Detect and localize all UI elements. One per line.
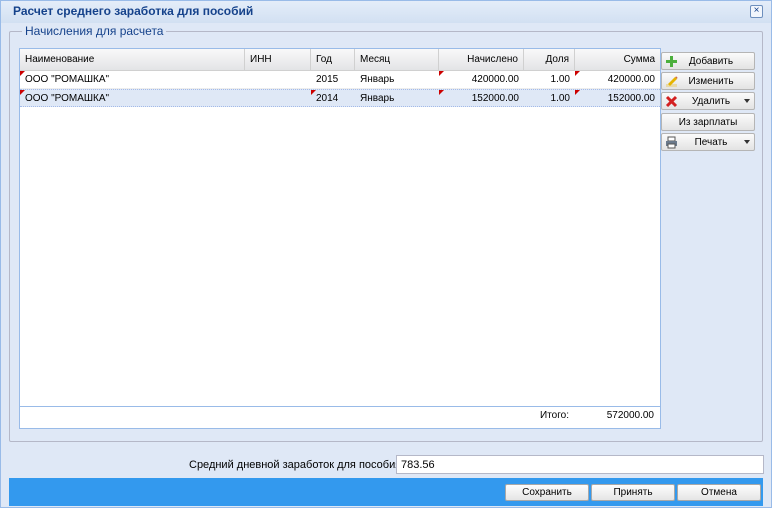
dirty-marker-icon <box>439 90 444 95</box>
cell-year: 2014 <box>311 90 355 108</box>
plus-icon <box>666 56 677 67</box>
grid-summary-row: Итого: 572000.00 <box>20 406 660 428</box>
cell-name: ООО "РОМАШКА" <box>20 71 245 89</box>
column-header-sum[interactable]: Сумма <box>575 49 660 71</box>
avg-daily-earnings-input[interactable] <box>396 455 764 474</box>
column-header-accrued[interactable]: Начислено <box>439 49 524 71</box>
dirty-marker-icon <box>311 90 316 95</box>
cell-sum: 152000.00 <box>575 90 660 108</box>
cell-share: 1.00 <box>550 74 570 85</box>
edit-button[interactable]: Изменить <box>661 72 755 90</box>
accruals-grid[interactable]: Наименование ИНН Год Месяц Начислено Дол… <box>19 48 661 429</box>
dirty-marker-icon <box>20 90 25 95</box>
window-title: Расчет среднего заработка для пособий <box>13 4 254 18</box>
chevron-down-icon <box>744 140 750 144</box>
button-bar: Сохранить Принять Отмена <box>9 478 763 506</box>
close-icon: × <box>753 5 760 16</box>
column-header-inn[interactable]: ИНН <box>245 49 311 71</box>
cell-sum: 420000.00 <box>575 71 660 89</box>
total-value: 572000.00 <box>606 410 654 421</box>
column-header-share[interactable]: Доля <box>524 49 575 71</box>
table-row[interactable]: ООО "РОМАШКА" 2015 Январь 420000.00 1.00… <box>20 71 660 89</box>
cell-share: 1.00 <box>550 93 570 104</box>
add-button[interactable]: Добавить <box>661 52 755 70</box>
accept-button[interactable]: Принять <box>591 484 675 501</box>
cell-month: Январь <box>360 93 395 104</box>
close-button[interactable]: × <box>750 5 763 18</box>
title-bar[interactable]: Расчет среднего заработка для пособий × <box>1 1 771 23</box>
chevron-down-icon <box>744 99 750 103</box>
delete-button[interactable]: Удалить <box>661 92 755 110</box>
dirty-marker-icon <box>20 71 25 76</box>
cell-name: ООО "РОМАШКА" <box>20 90 245 108</box>
cell-inn <box>245 71 311 89</box>
dirty-marker-icon <box>439 71 444 76</box>
cell-inn <box>245 90 311 108</box>
dirty-marker-icon <box>575 71 580 76</box>
cell-month: Январь <box>360 74 395 85</box>
cell-accrued: 420000.00 <box>439 71 524 89</box>
from-salary-button[interactable]: Из зарплаты <box>661 113 755 131</box>
dirty-marker-icon <box>575 90 580 95</box>
pencil-icon <box>666 76 678 87</box>
avg-daily-earnings-label: Средний дневной заработок для пособия: <box>189 459 405 471</box>
cell-accrued: 152000.00 <box>439 90 524 108</box>
cell-year: 2015 <box>316 74 339 85</box>
printer-icon <box>666 136 677 149</box>
fieldset-legend: Начисления для расчета <box>22 24 167 38</box>
total-label: Итого: <box>540 410 569 421</box>
grid-header: Наименование ИНН Год Месяц Начислено Дол… <box>20 49 660 71</box>
print-button[interactable]: Печать <box>661 133 755 151</box>
delete-x-icon <box>665 95 678 108</box>
column-header-year[interactable]: Год <box>311 49 355 71</box>
save-button[interactable]: Сохранить <box>505 484 589 501</box>
column-header-month[interactable]: Месяц <box>355 49 439 71</box>
dialog-window: Расчет среднего заработка для пособий × … <box>0 0 772 508</box>
cancel-button[interactable]: Отмена <box>677 484 761 501</box>
table-row-selected[interactable]: ООО "РОМАШКА" 2014 Январь 152000.00 1.00… <box>20 89 660 107</box>
column-header-name[interactable]: Наименование <box>20 49 245 71</box>
